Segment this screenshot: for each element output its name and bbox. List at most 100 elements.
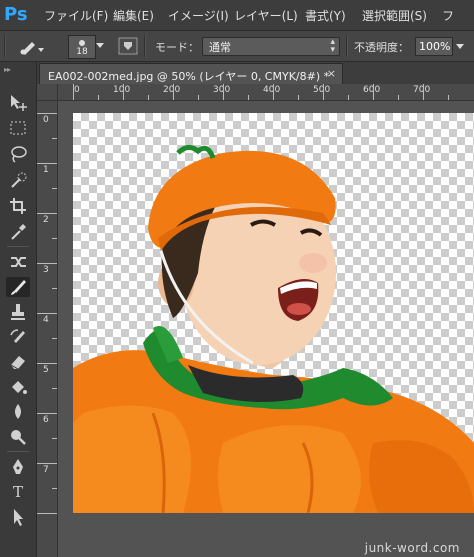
ruler-tick [198, 95, 199, 100]
ruler-label: 2 [43, 215, 49, 225]
ruler-tick [52, 388, 57, 389]
menu-type[interactable]: 書式(Y) [305, 7, 346, 24]
ruler-tick [52, 338, 57, 339]
menu-filter[interactable]: フ [442, 7, 454, 24]
ruler-label: 700 [413, 85, 431, 95]
blur-icon[interactable] [6, 402, 30, 422]
crop-icon[interactable] [6, 196, 30, 216]
ruler-origin[interactable] [37, 84, 58, 101]
ruler-label: 1 [43, 165, 49, 175]
options-grip [4, 35, 6, 57]
opacity-input[interactable]: 100% [415, 37, 453, 56]
menu-bar: Ps ファイル(F) 編集(E) イメージ(I) レイヤー(L) 書式(Y) 選… [0, 0, 474, 31]
ruler-tick [52, 288, 57, 289]
ruler-tick [448, 95, 449, 100]
ruler-tick [298, 95, 299, 100]
ruler-tick [52, 138, 57, 139]
menu-layer[interactable]: レイヤー(L) [234, 7, 298, 24]
type-icon[interactable]: T [6, 482, 30, 502]
ruler-label: 400 [263, 85, 281, 95]
ruler-tick [123, 84, 124, 100]
ruler-tick [223, 84, 224, 100]
photoshop-logo: Ps [4, 4, 28, 25]
ruler-tick [423, 84, 424, 100]
tool-preset-icon[interactable] [18, 36, 46, 56]
ruler-tick [98, 95, 99, 100]
blend-mode-select[interactable]: 通常 ▴ ▾ [202, 37, 340, 56]
paint-bucket-icon[interactable] [6, 377, 30, 397]
ruler-tick [373, 84, 374, 100]
ruler-label: 100 [113, 85, 131, 95]
ruler-tick [52, 488, 57, 489]
menu-edit[interactable]: 編集(E) [113, 7, 154, 24]
ruler-tick [52, 438, 57, 439]
ruler-tick [37, 363, 57, 364]
ruler-tick [73, 84, 74, 100]
ruler-tick [37, 263, 57, 264]
tool-divider [7, 246, 29, 247]
panel-collapse-icon[interactable]: ▸▸ [4, 65, 11, 74]
ruler-tick [398, 95, 399, 100]
ruler-tick [37, 163, 57, 164]
ruler-label: 0 [74, 85, 80, 95]
menu-image[interactable]: イメージ(I) [168, 7, 229, 24]
brush-preset-picker[interactable]: 18 [68, 35, 96, 59]
document-tab[interactable]: EA002-002med.jpg @ 50% (レイヤー 0, CMYK/8#)… [39, 63, 343, 85]
blend-mode-value: 通常 [209, 41, 231, 54]
watermark: junk-word.com [364, 541, 460, 555]
brush-tip-icon [79, 40, 85, 46]
vertical-ruler: 0 1 2 3 4 5 6 7 [37, 101, 58, 557]
ruler-tick [37, 413, 57, 414]
options-bar: 18 モード： 通常 ▴ ▾ 不透明度： 100% [0, 31, 474, 62]
ruler-tick [37, 463, 57, 464]
document-tab-title: EA002-002med.jpg @ 50% (レイヤー 0, CMYK/8#)… [48, 70, 330, 83]
updown-arrows-icon: ▴ ▾ [330, 37, 335, 55]
options-divider [144, 35, 146, 57]
lasso-icon[interactable] [6, 144, 30, 164]
ruler-tick [273, 84, 274, 100]
chevron-down-icon[interactable] [456, 44, 464, 49]
menu-select[interactable]: 選択範囲(S) [362, 7, 427, 24]
chevron-down-icon[interactable] [96, 43, 104, 48]
marquee-icon[interactable] [6, 118, 30, 138]
ruler-tick [248, 95, 249, 100]
dodge-icon[interactable] [6, 427, 30, 447]
ruler-tick [323, 84, 324, 100]
ruler-label: 0 [43, 115, 49, 125]
opacity-value: 100% [419, 40, 451, 53]
ruler-tick [148, 95, 149, 100]
eraser-icon[interactable] [6, 352, 30, 372]
document-canvas[interactable] [73, 113, 474, 513]
history-brush-icon[interactable] [6, 327, 30, 347]
healing-icon[interactable] [6, 252, 30, 272]
tool-divider [7, 451, 29, 452]
eyedropper-icon[interactable] [6, 222, 30, 242]
pen-icon[interactable] [6, 457, 30, 477]
ruler-tick [173, 84, 174, 100]
menu-file[interactable]: ファイル(F) [44, 7, 108, 24]
move-icon[interactable] [6, 92, 30, 112]
ruler-tick [348, 95, 349, 100]
ruler-label: 200 [163, 85, 181, 95]
brush-icon[interactable] [6, 277, 30, 297]
close-icon[interactable]: × [327, 67, 336, 80]
quick-selection-icon[interactable] [6, 170, 30, 190]
ruler-tick [37, 513, 57, 514]
ruler-tick [52, 188, 57, 189]
path-selection-icon[interactable] [6, 507, 30, 527]
ruler-tick [52, 238, 57, 239]
clone-stamp-icon[interactable] [6, 302, 30, 322]
tools-panel: ▸▸ T [0, 62, 37, 557]
ruler-tick [37, 213, 57, 214]
mode-label: モード： [155, 41, 199, 54]
opacity-label: 不透明度： [354, 41, 409, 54]
ruler-label: 500 [313, 85, 331, 95]
brush-size-value: 18 [76, 47, 88, 57]
ruler-tick [37, 113, 57, 114]
brush-panel-icon[interactable] [118, 37, 138, 55]
canvas-area[interactable]: junk-word.com [58, 101, 474, 557]
ruler-label: 300 [213, 85, 231, 95]
ruler-label: 5 [43, 365, 49, 375]
ruler-tick [37, 313, 57, 314]
ruler-label: 4 [43, 315, 49, 325]
